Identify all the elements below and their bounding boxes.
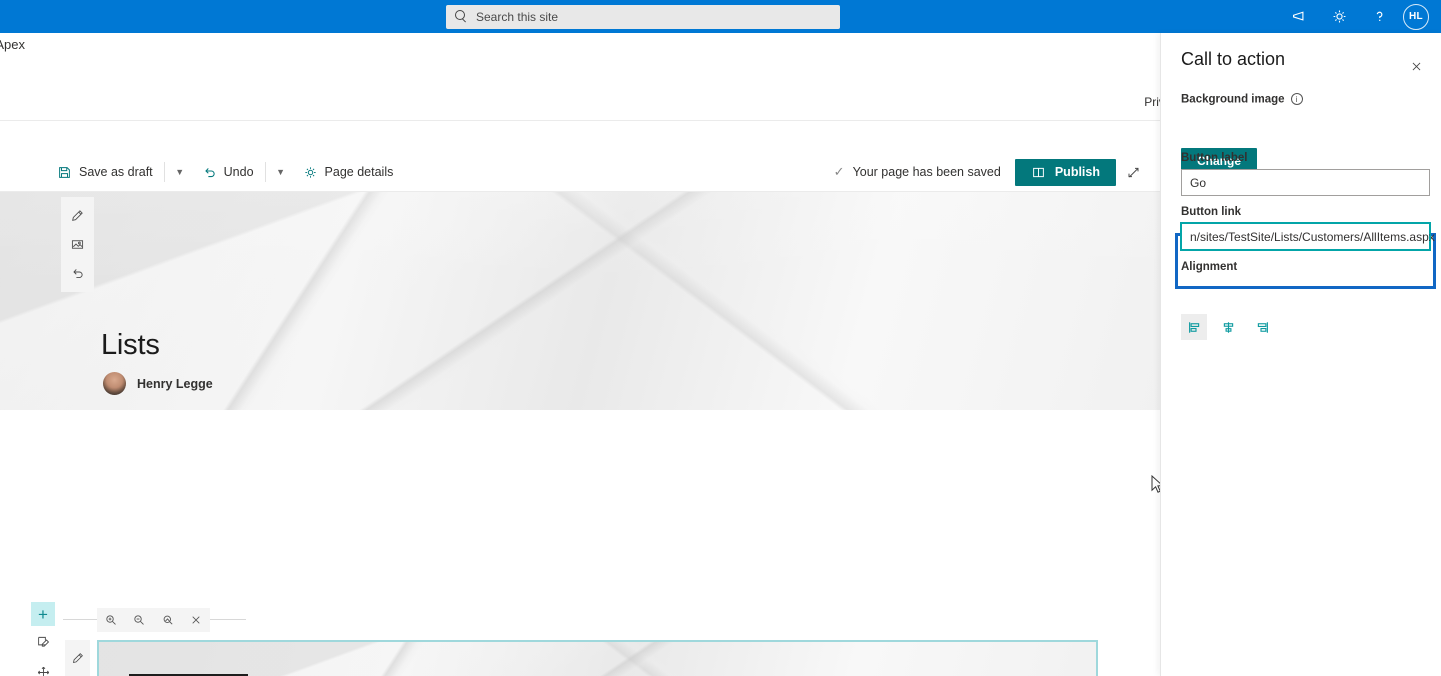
author-avatar bbox=[103, 372, 126, 395]
undo-label: Undo bbox=[223, 165, 254, 179]
property-panel: Call to action Background image i Change … bbox=[1160, 33, 1441, 676]
button-label-label: Button label bbox=[1181, 152, 1248, 164]
suite-bar: Search this site HL bbox=[0, 0, 1441, 33]
call-to-action-webpart[interactable]: Customers Go bbox=[97, 640, 1098, 676]
gear-icon bbox=[304, 166, 316, 178]
move-webpart-icon[interactable] bbox=[65, 672, 90, 676]
zoom-in-icon[interactable] bbox=[98, 608, 124, 632]
save-status: ✓ Your page has been saved bbox=[834, 164, 1001, 180]
align-left-button[interactable] bbox=[1181, 314, 1207, 340]
background-image-label-text: Background image bbox=[1181, 93, 1285, 106]
divider bbox=[210, 619, 246, 620]
page-canvas: Lists Henry Legge + bbox=[0, 192, 1160, 676]
reset-image-icon[interactable] bbox=[155, 608, 181, 632]
move-section-icon[interactable] bbox=[31, 657, 55, 676]
avatar[interactable]: HL bbox=[1403, 3, 1429, 30]
command-bar: Save as draft ▼ Undo ▼ Page details ✓ Yo… bbox=[0, 152, 1160, 192]
align-right-button[interactable] bbox=[1249, 314, 1275, 340]
save-as-draft-button[interactable]: Save as draft bbox=[48, 152, 162, 192]
search-input[interactable]: Search this site bbox=[446, 5, 840, 29]
expand-icon[interactable] bbox=[1116, 152, 1150, 192]
button-label-input[interactable]: Go bbox=[1181, 169, 1430, 196]
mouse-cursor bbox=[1151, 474, 1160, 500]
site-title[interactable]: ectApex bbox=[0, 37, 25, 52]
command-bar-right: ✓ Your page has been saved Publish bbox=[834, 152, 1150, 192]
save-as-draft-label: Save as draft bbox=[79, 165, 153, 179]
undo-options-chevron-down-icon[interactable]: ▼ bbox=[268, 152, 294, 192]
divider bbox=[63, 619, 97, 620]
button-label-value: Go bbox=[1190, 175, 1207, 190]
site-header: ectApex bbox=[0, 33, 1160, 121]
save-options-chevron-down-icon[interactable]: ▼ bbox=[167, 152, 193, 192]
divider bbox=[163, 162, 165, 182]
author-byline: Henry Legge bbox=[103, 372, 213, 395]
help-icon[interactable] bbox=[1359, 0, 1399, 33]
alignment-options bbox=[1181, 314, 1275, 340]
publish-label: Publish bbox=[1054, 165, 1100, 179]
info-icon[interactable]: i bbox=[1290, 93, 1303, 105]
page-details-label: Page details bbox=[324, 165, 394, 179]
edit-webpart-icon[interactable] bbox=[65, 643, 90, 672]
close-icon[interactable] bbox=[1405, 55, 1427, 77]
close-icon[interactable] bbox=[183, 608, 209, 632]
cta-background-image bbox=[99, 642, 1096, 676]
button-link-value: n/sites/TestSite/Lists/Customers/AllItem… bbox=[1190, 229, 1435, 244]
publish-icon bbox=[1032, 167, 1044, 177]
hero-undo-icon[interactable] bbox=[61, 259, 94, 288]
add-section-button[interactable]: + bbox=[31, 602, 55, 626]
gear-icon[interactable] bbox=[1319, 0, 1359, 33]
save-icon bbox=[59, 166, 70, 178]
megaphone-icon[interactable] bbox=[1279, 0, 1319, 33]
alignment-label: Alignment bbox=[1181, 261, 1238, 273]
edit-pencil-icon[interactable] bbox=[61, 201, 94, 230]
panel-title: Call to action bbox=[1181, 49, 1286, 69]
save-status-label: Your page has been saved bbox=[852, 165, 1001, 179]
author-name: Henry Legge bbox=[137, 376, 213, 391]
suite-bar-actions: HL bbox=[1279, 0, 1435, 33]
publish-button[interactable]: Publish bbox=[1014, 158, 1116, 186]
checkmark-icon: ✓ bbox=[833, 164, 845, 179]
webpart-rail bbox=[65, 640, 90, 676]
image-zoom-toolbar bbox=[97, 608, 210, 632]
section-rail: + bbox=[31, 602, 55, 676]
undo-button[interactable]: Undo bbox=[193, 152, 263, 192]
edit-section-icon[interactable] bbox=[31, 626, 55, 657]
align-center-button[interactable] bbox=[1215, 314, 1241, 340]
hero-edit-toolbar bbox=[61, 197, 94, 292]
background-image-label: Background image i bbox=[1181, 93, 1303, 106]
page-title[interactable]: Lists bbox=[101, 329, 160, 362]
undo-icon bbox=[204, 167, 215, 177]
search-placeholder: Search this site bbox=[476, 10, 559, 24]
search-icon bbox=[454, 10, 468, 24]
page-details-button[interactable]: Page details bbox=[294, 152, 403, 192]
divider bbox=[264, 162, 266, 182]
zoom-out-icon[interactable] bbox=[126, 608, 152, 632]
panel-header: Call to action bbox=[1181, 49, 1441, 70]
button-link-label: Button link bbox=[1181, 206, 1242, 218]
change-image-icon[interactable] bbox=[61, 230, 94, 259]
command-bar-left: Save as draft ▼ Undo ▼ Page details bbox=[48, 152, 402, 192]
button-link-input[interactable]: n/sites/TestSite/Lists/Customers/AllItem… bbox=[1180, 222, 1435, 251]
